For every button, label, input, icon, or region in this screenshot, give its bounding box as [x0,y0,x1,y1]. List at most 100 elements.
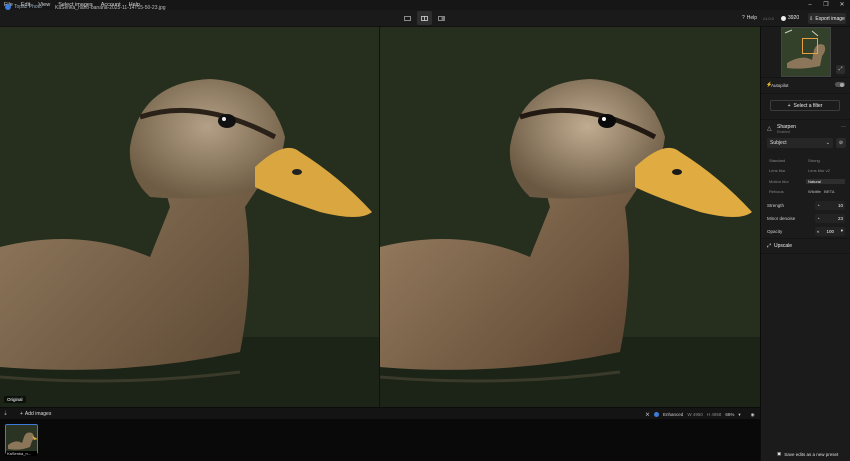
save-preset-label: Save edits as a new preset [784,451,839,457]
single-view-icon [404,15,411,21]
help-button[interactable]: ? Help [742,15,757,21]
select-filter-label: Select a filter [793,102,823,109]
thumbnail-duck-image [6,425,37,453]
upscale-label: Upscale [774,243,793,249]
enhanced-duck-image [380,27,760,407]
width-label: W 4950 [687,412,703,417]
credits-icon [781,15,786,21]
credits-count: 3920 [788,15,800,21]
credits-badge[interactable]: 3920 [781,15,799,21]
app-name: Topaz Photo [14,4,42,10]
maximize-button[interactable]: ❐ [818,0,834,10]
original-label: Original [4,396,26,403]
view-mode-buttons [400,11,449,25]
model-option-strong[interactable]: Strong [806,158,845,163]
zoom-level[interactable]: 66% [725,412,734,417]
height-label: H 4958 [706,412,722,417]
navigator-preview[interactable] [781,27,831,77]
select-filter-button[interactable]: + Select a filter [770,100,840,111]
strength-label: Strength [767,202,785,208]
model-row: Standard Strong [767,155,845,166]
sharpen-status: Enabled [777,130,790,134]
model-option-motion-blur[interactable]: Motion blur [767,179,806,184]
sharpen-triangle-icon: △ [767,126,772,132]
close-button[interactable]: ✕ [834,0,850,10]
subject-dropdown[interactable]: Subject ⌄ [767,138,833,148]
sharpen-model-grid: Standard Strong Lens blur Lens blur v2 M… [767,155,845,199]
strength-value[interactable]: 10 [838,203,843,208]
enhanced-image-pane[interactable] [380,27,760,407]
single-view-button[interactable] [400,11,415,25]
opacity-icon: ◐ [817,228,820,234]
minor-denoise-row: Minor denoise ◔ 23 [767,213,845,223]
thumbnail-label: KaSenka_n... [6,451,37,456]
model-option-wildlife[interactable]: Wildlife BETA [806,189,845,194]
navigator-viewport[interactable] [802,38,818,54]
navigator-expand-button[interactable]: ⤢ [836,65,845,74]
help-icon: ? [742,15,745,21]
minor-denoise-icon: ◔ [817,215,820,221]
upscale-icon: ⤢ [767,243,772,249]
opacity-row: Opacity ◐ 100 ▾ [767,226,845,236]
model-option-lens-blur[interactable]: Lens blur [767,168,806,173]
split-view-button[interactable] [417,11,432,25]
side-by-side-view-icon [438,15,445,21]
model-option-refocus[interactable]: Refocus [767,189,806,194]
preview-eye-icon[interactable]: ◉ [751,412,755,418]
opacity-value[interactable]: 100 [826,229,834,234]
opacity-slider[interactable]: ◐ 100 ▾ [815,226,845,236]
download-icon[interactable]: ⇣ [3,410,8,417]
minimize-button[interactable]: – [802,0,818,10]
split-view-icon [421,15,428,21]
subject-value: Subject [770,140,787,146]
opacity-stepper-icon[interactable]: ▾ [841,228,843,234]
topaz-logo-icon [5,4,11,10]
model-option-lens-blur-v2[interactable]: Lens blur v2 [806,168,845,173]
export-label: Export image [815,15,845,22]
zoom-dropdown-icon[interactable]: ▾ [738,412,740,418]
help-label: Help [746,15,758,21]
save-preset-button[interactable]: ▣ Save edits as a new preset [777,451,838,457]
plus-icon: + [787,102,791,109]
strength-slider[interactable]: ◔ 10 [815,200,845,210]
filmstrip [0,419,760,461]
minor-denoise-label: Minor denoise [767,215,796,221]
subject-mask-button[interactable]: ⊘ [836,138,846,148]
plus-icon: + [20,411,23,417]
autopilot-section-divider [761,77,850,78]
save-icon: ▣ [777,451,782,456]
strength-icon: ◔ [817,202,820,208]
original-image-pane[interactable]: Original [0,27,379,407]
app-logo: Topaz Photo [5,4,42,10]
enhanced-checkbox[interactable] [654,412,660,417]
autopilot-label: Autopilot [771,83,789,88]
upscale-section-divider [761,238,850,239]
original-duck-image [0,27,379,407]
upscale-section[interactable]: ⤢ Upscale [767,243,792,249]
version-label: v1.0.0 [763,15,774,21]
sharpen-collapse-icon[interactable]: — [841,124,846,130]
window-controls: – ❐ ✕ [802,0,850,10]
autopilot-toggle[interactable] [835,82,845,87]
model-option-natural[interactable]: Natural [806,178,845,184]
compare-toggle-icon[interactable]: ⨯ [645,411,650,418]
side-by-side-view-button[interactable] [434,11,449,25]
add-images-label: Add images [24,411,52,417]
file-name: KaSenka_nano-banana-2025-11-14T15-50-23.… [55,5,166,11]
opacity-label: Opacity [767,228,783,234]
minor-denoise-value[interactable]: 23 [838,216,843,221]
enhanced-label: Enhanced [663,412,684,417]
minor-denoise-slider[interactable]: ◔ 23 [815,213,845,223]
right-sidebar: ⤢ ⚡ Autopilot + Select a filter △ Sharpe… [760,27,850,461]
model-option-standard[interactable]: Standard [767,158,806,163]
model-row: Motion blur Natural [767,176,845,187]
strength-row: Strength ◔ 10 [767,200,845,210]
export-image-button[interactable]: ⇩ Export image [808,13,846,24]
bottom-toolbar: ⇣ + Add images ⨯ Enhanced W 4950 H 4958 … [0,407,760,419]
export-icon: ⇩ [809,15,814,22]
image-thumbnail[interactable] [5,424,38,454]
upscale-section-bottom-divider [761,253,850,254]
model-row: Refocus Wildlife BETA [767,187,845,198]
add-images-button[interactable]: + Add images [20,411,51,417]
filter-section-divider [761,93,850,94]
